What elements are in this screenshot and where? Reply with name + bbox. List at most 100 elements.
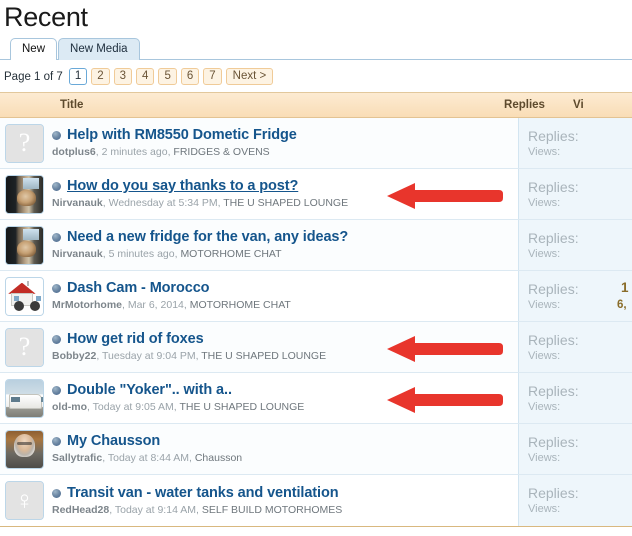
- thread-forum-link[interactable]: FRIDGES & OVENS: [173, 146, 269, 158]
- column-header-title[interactable]: Title: [0, 99, 496, 111]
- thread-title-block: Dash Cam - Morocco MrMotorhome, Mar 6, 20…: [52, 280, 518, 312]
- replies-label: Replies:: [528, 382, 579, 399]
- thread-forum-link[interactable]: Chausson: [195, 452, 242, 464]
- thread-author-link[interactable]: Nirvanauk: [52, 248, 103, 260]
- avatar[interactable]: ?: [5, 123, 44, 163]
- avatar[interactable]: ?: [5, 327, 44, 367]
- table-row[interactable]: ? How get rid of foxes Bobby22, Tuesday at…: [0, 322, 632, 373]
- thread-forum-link[interactable]: THE U SHAPED LOUNGE: [179, 401, 304, 413]
- thread-title-block: My Chausson Sallytrafic, Today at 8:44 AM…: [52, 433, 518, 465]
- thread-forum-link[interactable]: SELF BUILD MOTORHOMES: [202, 504, 342, 516]
- thread-stats-cell: Replies: Views: 1 6,: [518, 271, 632, 321]
- thread-author-link[interactable]: Bobby22: [52, 350, 96, 362]
- tab-bar: New New Media: [0, 38, 632, 60]
- avatar[interactable]: [5, 225, 44, 265]
- thread-title-link[interactable]: Need a new fridge for the van, any ideas…: [67, 229, 348, 246]
- thread-author-link[interactable]: Nirvanauk: [52, 197, 103, 209]
- thread-title-link[interactable]: Help with RM8550 Dometic Fridge: [67, 127, 297, 144]
- page-button-6[interactable]: 6: [180, 68, 200, 85]
- thread-author-link[interactable]: RedHead28: [52, 504, 109, 516]
- page-button-5[interactable]: 5: [158, 68, 177, 85]
- thread-timestamp[interactable]: Tuesday at 9:04 PM: [102, 350, 196, 362]
- thread-cell: How do you say thanks to a post? Nirvanau…: [0, 169, 518, 219]
- thread-forum-link[interactable]: MOTORHOME CHAT: [190, 299, 291, 311]
- thread-title-link[interactable]: How do you say thanks to a post?: [67, 178, 298, 195]
- page-number-list: 1234567: [68, 68, 226, 85]
- thread-forum-link[interactable]: THE U SHAPED LOUNGE: [223, 197, 348, 209]
- page-button-4[interactable]: 4: [136, 68, 155, 85]
- thread-author-link[interactable]: MrMotorhome: [52, 299, 122, 311]
- page-button-2[interactable]: 2: [91, 68, 110, 85]
- dog-in-car-photo: [6, 175, 43, 213]
- thread-meta-line: Bobby22, Tuesday at 9:04 PM, THE U SHAPE…: [52, 350, 327, 362]
- views-label: Views:: [528, 196, 561, 209]
- table-header-row: Title Replies Vi: [0, 93, 632, 118]
- bearded-man-photo: [6, 430, 43, 468]
- thread-timestamp[interactable]: Today at 9:14 AM: [115, 504, 196, 516]
- column-header-replies[interactable]: Replies: [496, 99, 565, 111]
- table-row[interactable]: ♀ Transit van - water tanks and ventilati…: [0, 475, 632, 526]
- thread-forum-link[interactable]: MOTORHOME CHAT: [180, 248, 281, 260]
- motorhome-photo: [6, 379, 43, 417]
- table-row[interactable]: ? Help with RM8550 Dometic Fridge dotplus6…: [0, 118, 632, 169]
- thread-title-line: Need a new fridge for the van, any ideas…: [52, 229, 518, 246]
- thread-author-link[interactable]: dotplus6: [52, 146, 96, 158]
- page-count-label: Page 1 of 7: [4, 70, 63, 83]
- thread-forum-link[interactable]: THE U SHAPED LOUNGE: [201, 350, 326, 362]
- replies-label: Replies:: [528, 485, 579, 501]
- thread-title-link[interactable]: My Chausson: [67, 433, 160, 450]
- unread-status-icon: [52, 131, 61, 140]
- thread-cell: ? How get rid of foxes Bobby22, Tuesday at…: [0, 322, 518, 372]
- female-symbol-icon: ♀: [6, 482, 43, 519]
- thread-timestamp[interactable]: 2 minutes ago: [102, 146, 168, 158]
- tab-new-media[interactable]: New Media: [58, 38, 140, 60]
- page-button-3[interactable]: 3: [113, 68, 133, 85]
- table-row[interactable]: How do you say thanks to a post? Nirvanau…: [0, 169, 632, 220]
- table-row[interactable]: Double "Yoker".. with a.. old-mo, Today a…: [0, 373, 632, 424]
- thread-title-link[interactable]: How get rid of foxes: [67, 331, 204, 348]
- thread-cell: My Chausson Sallytrafic, Today at 8:44 AM…: [0, 424, 518, 474]
- dog-in-car-avatar: [6, 226, 43, 264]
- thread-author-link[interactable]: old-mo: [52, 401, 87, 413]
- thread-title-line: Help with RM8550 Dometic Fridge: [52, 127, 518, 144]
- thread-timestamp[interactable]: Wednesday at 5:34 PM: [109, 197, 218, 209]
- thread-title-block: Double "Yoker".. with a.. old-mo, Today a…: [52, 382, 518, 414]
- thread-cell: Need a new fridge for the van, any ideas…: [0, 220, 518, 270]
- next-page-button[interactable]: Next >: [225, 68, 274, 85]
- question-mark-avatar: ?: [6, 328, 43, 366]
- thread-title-line: My Chausson: [52, 433, 518, 450]
- thread-meta-line: dotplus6, 2 minutes ago, FRIDGES & OVENS: [52, 146, 270, 158]
- thread-timestamp[interactable]: 5 minutes ago: [109, 248, 175, 260]
- views-label: Views:: [528, 400, 561, 413]
- tab-new[interactable]: New: [10, 38, 58, 60]
- thread-meta-line: MrMotorhome, Mar 6, 2014, MOTORHOME CHAT: [52, 299, 291, 311]
- recent-threads-page: Recent New New Media Page 1 of 7 1234567 …: [0, 0, 632, 536]
- views-label: Views:: [528, 349, 561, 362]
- thread-stats-cell: Replies: Views:: [518, 118, 632, 168]
- page-button-1[interactable]: 1: [68, 68, 88, 85]
- table-row[interactable]: My Chausson Sallytrafic, Today at 8:44 AM…: [0, 424, 632, 475]
- thread-author-link[interactable]: Sallytrafic: [52, 452, 102, 464]
- thread-title-block: How get rid of foxes Bobby22, Tuesday at …: [52, 331, 518, 363]
- thread-title-link[interactable]: Double "Yoker".. with a..: [67, 382, 232, 399]
- thread-cell: ♀ Transit van - water tanks and ventilati…: [0, 475, 518, 526]
- thread-timestamp[interactable]: Today at 9:05 AM: [93, 401, 174, 413]
- thread-timestamp[interactable]: Today at 8:44 AM: [108, 452, 189, 464]
- table-row[interactable]: Need a new fridge for the van, any ideas…: [0, 220, 632, 271]
- thread-timestamp[interactable]: Mar 6, 2014: [128, 299, 184, 311]
- unread-status-icon: [52, 386, 61, 395]
- thread-stats-cell: Replies: Views:: [518, 424, 632, 474]
- thread-title-link[interactable]: Dash Cam - Morocco: [67, 280, 210, 297]
- avatar[interactable]: [5, 429, 44, 469]
- column-header-views[interactable]: Vi: [565, 99, 632, 111]
- table-row[interactable]: Dash Cam - Morocco MrMotorhome, Mar 6, 20…: [0, 271, 632, 322]
- thread-title-link[interactable]: Transit van - water tanks and ventilatio…: [67, 485, 339, 502]
- avatar[interactable]: ♀: [5, 481, 44, 520]
- page-button-7[interactable]: 7: [203, 68, 222, 85]
- thread-rows: ? Help with RM8550 Dometic Fridge dotplus6…: [0, 118, 632, 526]
- avatar[interactable]: [5, 276, 44, 316]
- avatar[interactable]: [5, 378, 44, 418]
- motorhome-avatar: [6, 379, 43, 417]
- unread-status-icon: [52, 488, 61, 498]
- avatar[interactable]: [5, 174, 44, 214]
